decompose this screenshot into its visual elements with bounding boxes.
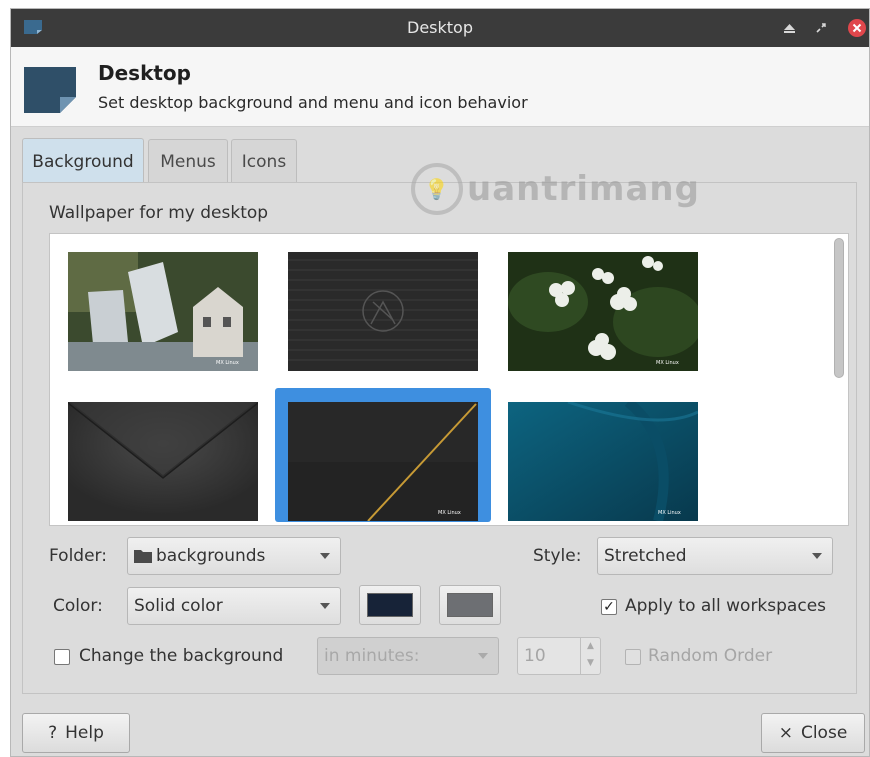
mx-badge: MX Linux <box>658 510 681 516</box>
mx-badge: MX Linux <box>216 360 239 366</box>
checkmark-icon: ✓ <box>603 599 615 615</box>
change-background-label[interactable]: Change the background <box>79 646 283 666</box>
watermark-text: uantrimang <box>467 169 700 209</box>
chevron-down-icon <box>478 653 488 659</box>
mx-badge: MX Linux <box>438 510 461 516</box>
random-order-checkbox[interactable] <box>625 649 641 665</box>
lightbulb-icon: 💡 <box>411 163 463 215</box>
gallery-scrollbar[interactable] <box>834 238 844 378</box>
spin-arrows-icon[interactable]: ▲ ▼ <box>580 638 600 674</box>
chevron-down-icon <box>320 603 330 609</box>
mx-badge: MX Linux <box>656 360 679 366</box>
dialog-header: Desktop Set desktop background and menu … <box>11 47 869 127</box>
wallpaper-thumb-stripes[interactable] <box>288 252 478 371</box>
color-mode-select[interactable]: Solid color <box>127 587 341 625</box>
primary-color-button[interactable] <box>359 585 421 625</box>
title-bar[interactable]: Desktop <box>11 9 869 47</box>
help-label: Help <box>65 723 104 743</box>
maximize-window-icon[interactable] <box>809 16 833 40</box>
tab-icons[interactable]: Icons <box>231 139 297 183</box>
apply-all-label[interactable]: Apply to all workspaces <box>625 596 826 616</box>
wallpaper-thumb-gold-diagonal[interactable]: MX Linux <box>288 402 478 521</box>
secondary-color-swatch <box>447 593 493 617</box>
folder-select[interactable]: backgrounds <box>127 537 341 575</box>
tab-background[interactable]: Background <box>22 138 144 184</box>
secondary-color-button[interactable] <box>439 585 501 625</box>
close-icon: × <box>778 723 793 743</box>
style-label: Style: <box>533 546 582 566</box>
chevron-down-icon <box>812 553 822 559</box>
watermark: 💡 uantrimang <box>411 159 700 219</box>
random-order-label[interactable]: Random Order <box>648 646 772 666</box>
shade-window-icon[interactable] <box>777 16 801 40</box>
wallpaper-gallery[interactable]: MX Linux MX Linux MX Linux MX Linux <box>49 233 849 526</box>
wallpaper-thumb-teal[interactable]: MX Linux <box>508 402 698 521</box>
folder-value: backgrounds <box>156 546 266 566</box>
style-value: Stretched <box>604 546 687 566</box>
primary-color-swatch <box>367 593 413 617</box>
wallpaper-thumb-waterfall[interactable]: MX Linux <box>68 252 258 371</box>
close-label: Close <box>800 723 848 743</box>
folder-icon <box>134 550 152 563</box>
apply-all-checkbox[interactable]: ✓ <box>601 599 617 615</box>
help-button[interactable]: ? Help <box>22 713 130 753</box>
chevron-down-icon <box>320 553 330 559</box>
window-title: Desktop <box>407 18 473 37</box>
style-select[interactable]: Stretched <box>597 537 833 575</box>
desktop-icon <box>24 67 76 113</box>
desktop-settings-window: Desktop Desktop Set desktop background a… <box>10 8 870 757</box>
interval-number: 10 <box>524 646 546 666</box>
change-background-checkbox[interactable] <box>54 649 70 665</box>
wallpaper-thumb-chevron[interactable] <box>68 402 258 521</box>
interval-value: in minutes: <box>324 646 420 666</box>
close-window-icon[interactable] <box>845 16 869 40</box>
folder-label: Folder: <box>49 546 107 566</box>
interval-select[interactable]: in minutes: <box>317 637 499 675</box>
interval-spinbox[interactable]: 10 ▲ ▼ <box>517 637 601 675</box>
tab-menus[interactable]: Menus <box>148 139 228 183</box>
header-subtitle: Set desktop background and menu and icon… <box>98 93 528 112</box>
color-mode-value: Solid color <box>134 596 223 616</box>
wallpaper-label: Wallpaper for my desktop <box>49 203 269 223</box>
wallpaper-thumb-flowers[interactable]: MX Linux <box>508 252 698 371</box>
color-label: Color: <box>53 596 103 616</box>
header-title: Desktop <box>98 61 191 85</box>
close-button[interactable]: × Close <box>761 713 865 753</box>
help-icon: ? <box>48 723 58 743</box>
